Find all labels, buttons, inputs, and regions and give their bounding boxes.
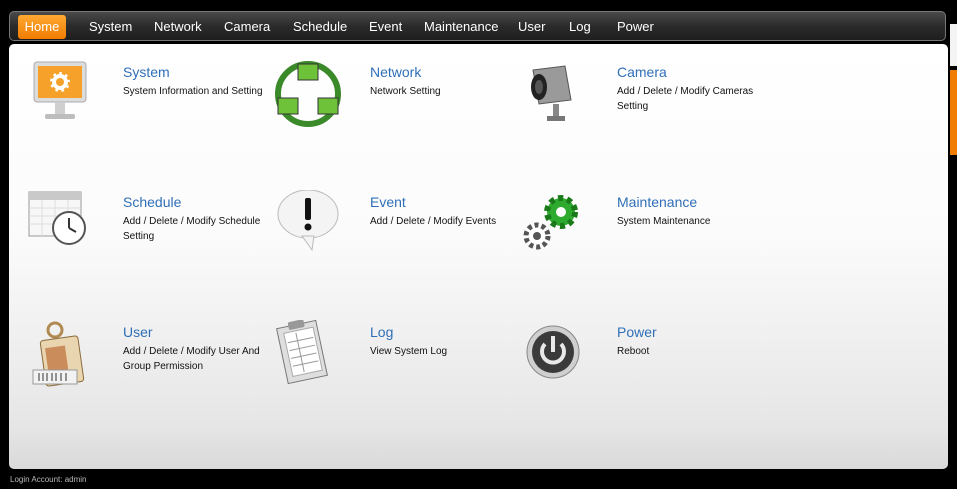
- nav-home[interactable]: Home: [18, 15, 66, 39]
- tile-system[interactable]: System System Information and Setting: [25, 60, 265, 170]
- tile-user[interactable]: User Add / Delete / Modify User And Grou…: [25, 320, 265, 430]
- tile-title[interactable]: System: [123, 64, 170, 80]
- tile-desc: View System Log: [370, 346, 448, 357]
- side-tab-orange[interactable]: [950, 70, 957, 155]
- tile-desc: Add / Delete / Modify Events: [370, 216, 497, 227]
- tile-desc: System Information and Setting: [123, 86, 263, 97]
- power-icon[interactable]: [519, 320, 599, 390]
- id-badge-icon[interactable]: [25, 320, 105, 390]
- tile-schedule[interactable]: Schedule Add / Delete / Modify Schedule …: [25, 190, 265, 300]
- tile-power[interactable]: Power Reboot: [519, 320, 759, 430]
- tile-title[interactable]: Maintenance: [617, 194, 697, 210]
- side-tab-white[interactable]: [950, 24, 957, 66]
- home-panel: System System Information and Setting Ne…: [9, 44, 948, 469]
- network-icon[interactable]: [272, 60, 352, 130]
- tile-desc: Add / Delete / Modify Schedule Setting: [123, 216, 261, 242]
- nav-event[interactable]: Event: [369, 16, 402, 38]
- tile-title[interactable]: Log: [370, 324, 393, 340]
- camera-icon[interactable]: [519, 60, 599, 130]
- tile-desc: Reboot: [617, 346, 650, 357]
- calendar-clock-icon[interactable]: [25, 190, 105, 260]
- tile-maintenance[interactable]: Maintenance System Maintenance: [519, 190, 759, 300]
- tile-desc: System Maintenance: [617, 216, 711, 227]
- nav-log[interactable]: Log: [569, 16, 591, 38]
- tile-log[interactable]: Log View System Log: [272, 319, 512, 430]
- gears-icon[interactable]: [519, 190, 599, 260]
- tile-network[interactable]: Network Network Setting: [272, 60, 512, 170]
- exclamation-bubble-icon[interactable]: [272, 189, 352, 260]
- clipboard-icon[interactable]: [272, 319, 352, 390]
- nav-maintenance[interactable]: Maintenance: [424, 16, 498, 38]
- tile-title[interactable]: Schedule: [123, 194, 181, 210]
- login-account-label: Login Account: admin: [10, 475, 87, 484]
- nav-network[interactable]: Network: [154, 16, 202, 38]
- tile-desc: Add / Delete / Modify Cameras Setting: [617, 86, 754, 112]
- tile-desc: Add / Delete / Modify User And Group Per…: [123, 346, 260, 372]
- tile-title[interactable]: Power: [617, 324, 657, 340]
- nav-power[interactable]: Power: [617, 16, 654, 38]
- nav-user[interactable]: User: [518, 16, 545, 38]
- tile-title[interactable]: Network: [370, 64, 421, 80]
- nav-system[interactable]: System: [89, 16, 132, 38]
- tile-title[interactable]: Event: [370, 194, 406, 210]
- tile-desc: Network Setting: [370, 86, 441, 97]
- nav-camera[interactable]: Camera: [224, 16, 270, 38]
- monitor-gear-icon[interactable]: [25, 60, 105, 130]
- tile-title[interactable]: User: [123, 324, 153, 340]
- tile-event[interactable]: Event Add / Delete / Modify Events: [272, 189, 512, 300]
- nav-schedule[interactable]: Schedule: [293, 16, 347, 38]
- tile-camera[interactable]: Camera Add / Delete / Modify Cameras Set…: [519, 60, 759, 170]
- tile-title[interactable]: Camera: [617, 64, 667, 80]
- top-nav: Home System Network Camera Schedule Even…: [9, 11, 946, 41]
